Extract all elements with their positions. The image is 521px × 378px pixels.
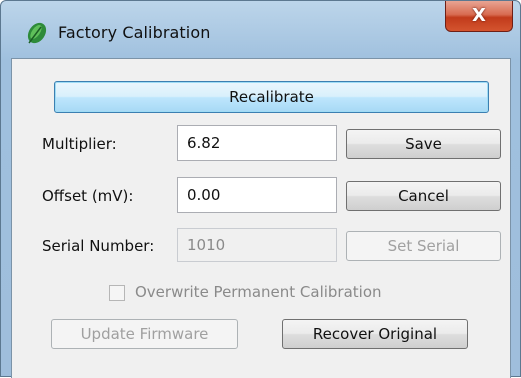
multiplier-input[interactable]: 6.82 [177, 125, 337, 161]
close-button[interactable]: X [445, 1, 513, 32]
factory-calibration-window: Factory Calibration X Recalibrate Multip… [0, 0, 521, 378]
set-serial-button: Set Serial [346, 231, 501, 261]
close-icon: X [472, 5, 486, 26]
serial-number-input: 1010 [177, 228, 337, 262]
window-title: Factory Calibration [58, 23, 211, 42]
offset-label: Offset (mV): [42, 187, 134, 205]
cancel-button[interactable]: Cancel [346, 181, 501, 211]
dialog-body: Recalibrate Multiplier: 6.82 Save Offset… [11, 58, 511, 378]
overwrite-calibration-checkbox[interactable] [109, 285, 125, 301]
multiplier-label: Multiplier: [42, 135, 117, 153]
leaf-icon [27, 22, 47, 44]
serial-number-label: Serial Number: [42, 237, 155, 255]
recalibrate-button[interactable]: Recalibrate [54, 81, 489, 113]
title-bar[interactable]: Factory Calibration X [1, 1, 520, 57]
update-firmware-button: Update Firmware [51, 319, 238, 349]
save-button[interactable]: Save [346, 129, 501, 159]
offset-input[interactable]: 0.00 [177, 177, 337, 213]
recover-original-button[interactable]: Recover Original [282, 319, 468, 349]
overwrite-calibration-label: Overwrite Permanent Calibration [135, 283, 382, 301]
